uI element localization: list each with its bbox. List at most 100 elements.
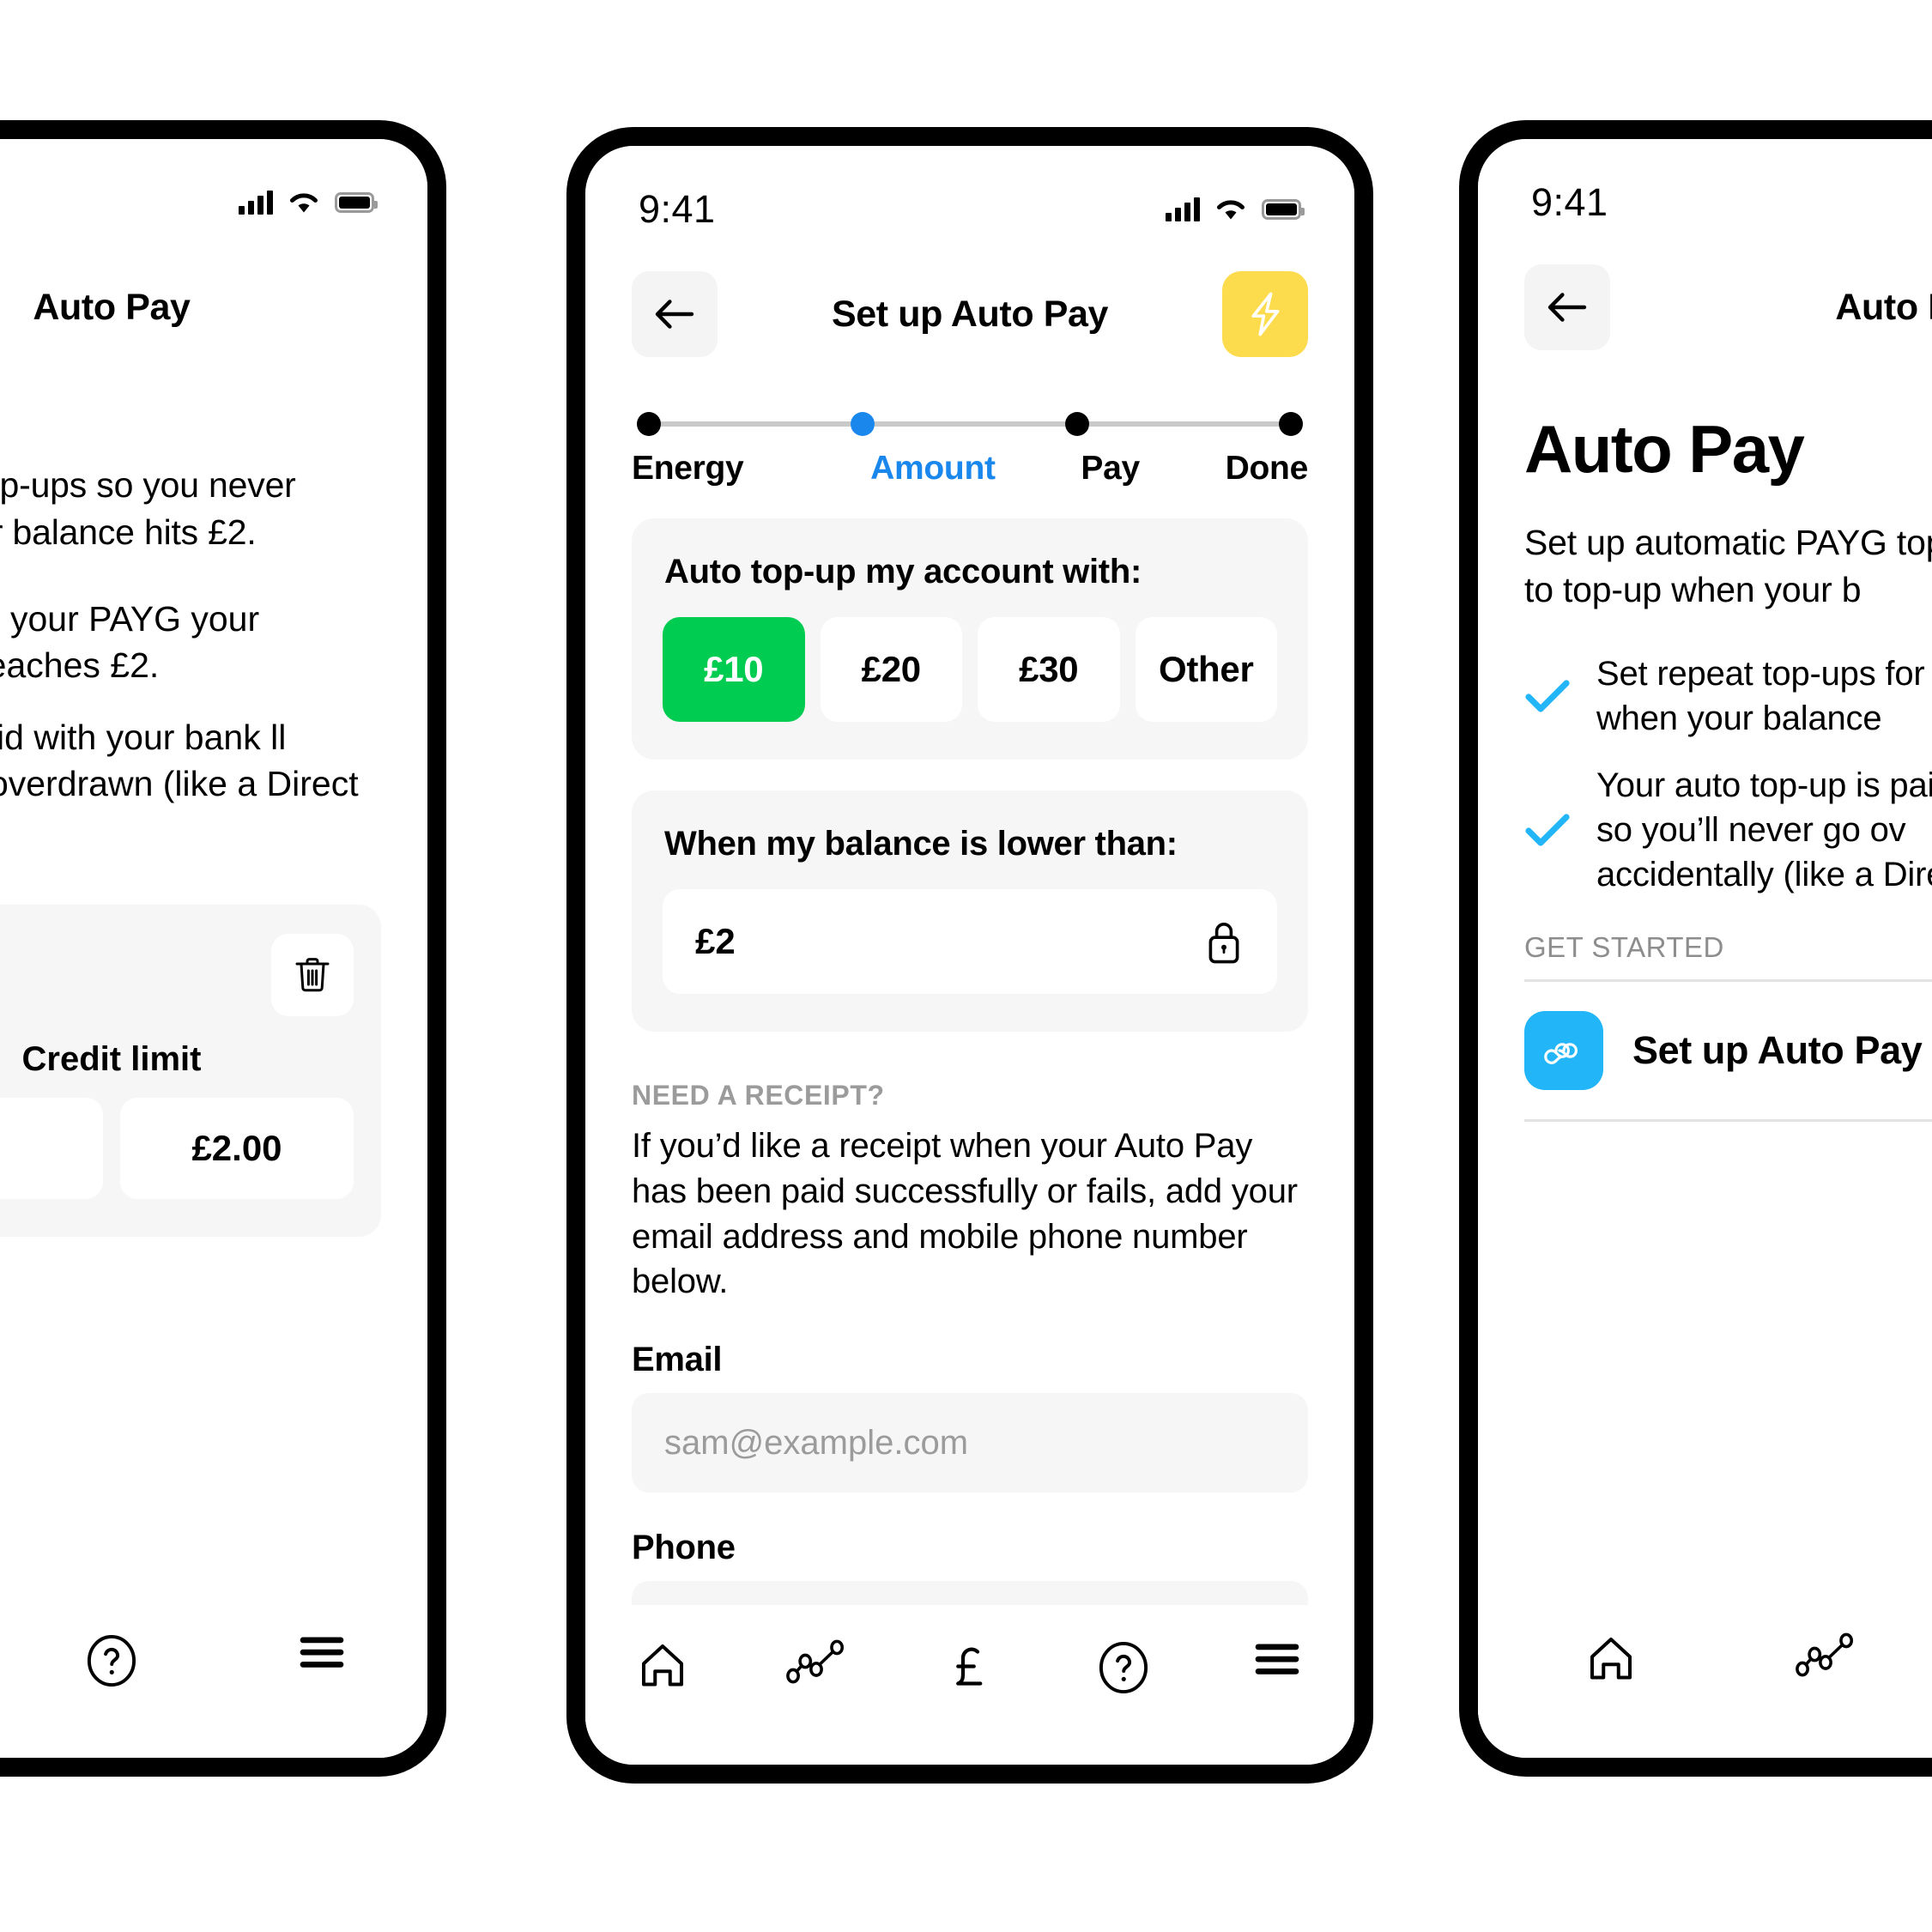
infinity-icon [1544, 1043, 1578, 1064]
email-label: Email [632, 1341, 723, 1379]
hamburger-menu-icon [1256, 1644, 1299, 1675]
left-bullets: op-ups for your PAYG your balance reache… [0, 596, 381, 854]
cellular-signal-icon [1166, 197, 1200, 221]
phone-left: Auto Pay c PAYG top-ups so you never whe… [0, 120, 446, 1777]
progress-stepper: Energy Amount Pay Done [632, 412, 1308, 488]
arrow-left-icon [1547, 293, 1587, 322]
back-button[interactable] [1524, 264, 1610, 350]
amount-option-30[interactable]: £30 [978, 617, 1120, 722]
status-icons [239, 191, 378, 215]
email-input[interactable]: sam@example.com [632, 1393, 1308, 1493]
list-item-setup-auto-pay[interactable]: Set up Auto Pay [1478, 982, 1932, 1119]
benefit-text: Your auto top-up is paid card, so you’ll… [1596, 766, 1932, 893]
phone-label: Phone [632, 1529, 736, 1567]
step-label-pay: Pay [1081, 450, 1140, 487]
receipt-eyebrow: NEED A RECEIPT? [632, 1080, 885, 1111]
credit-limit-label: Credit limit [21, 1040, 202, 1079]
step-connector-1 [875, 421, 1065, 427]
cellular-signal-icon [239, 191, 273, 215]
check-icon [1525, 680, 1570, 712]
credit-limit-value[interactable]: £2.00 [120, 1098, 354, 1200]
page-title: Auto Pay [1524, 411, 1805, 487]
step-label-amount: Amount [870, 450, 996, 487]
amount-option-10[interactable]: £10 [663, 617, 805, 722]
tab-home[interactable] [585, 1639, 739, 1691]
amount-option-other[interactable]: Other [1135, 617, 1277, 722]
amount-option-20[interactable]: £20 [820, 617, 962, 722]
lock-button[interactable] [1203, 918, 1245, 966]
wifi-icon [290, 193, 318, 213]
benefit-item: Set repeat top-ups for yo meter when you… [1524, 651, 1932, 741]
tab-bar-right [1478, 1598, 1932, 1758]
step-dot-pay[interactable] [1064, 412, 1089, 436]
usage-graph-icon [1796, 1632, 1854, 1677]
list-divider-bottom [1524, 1118, 1932, 1122]
get-started-header: GET STARTED [1524, 930, 1724, 963]
step-dot-amount[interactable] [851, 412, 875, 436]
step-dot-done[interactable] [1278, 412, 1303, 436]
topup-amount-options: £10 £20 £30 Other [663, 617, 1277, 722]
threshold-value: £2 [695, 921, 736, 961]
tab-pay[interactable] [0, 1632, 6, 1689]
tab-bar-left [0, 1598, 427, 1758]
home-icon [1590, 1638, 1632, 1680]
threshold-value-field[interactable]: £2 [663, 889, 1277, 994]
left-bullet-1: p-up is paid with your bank ll never go … [0, 718, 359, 804]
nav-title-left: Auto Pay [33, 286, 191, 328]
screen-right: 9:41 Auto Pay Auto Pay Set up automatic … [1478, 139, 1932, 1758]
step-label-energy: Energy [632, 450, 744, 487]
nav-bar-left: Auto Pay [0, 225, 427, 352]
step-label-done: Done [1225, 450, 1309, 487]
wifi-icon [1217, 200, 1245, 220]
credit-limit-card: Credit limit £2.00 [0, 905, 381, 1238]
tab-menu[interactable] [1201, 1639, 1354, 1679]
step-dot-energy[interactable] [637, 412, 661, 436]
nav-title-right: Auto Pay [1835, 286, 1932, 328]
threshold-card-title: When my balance is lower than: [664, 825, 1178, 863]
status-bar-right: 9:41 [1478, 139, 1932, 225]
status-bar-center: 9:41 [585, 146, 1354, 232]
status-time: 9:41 [1531, 180, 1608, 224]
battery-icon [1262, 199, 1305, 220]
tab-bar-center [585, 1605, 1354, 1765]
battery-icon [335, 192, 378, 213]
back-button[interactable] [632, 271, 718, 357]
home-icon [641, 1644, 683, 1687]
trash-icon [295, 958, 330, 992]
left-bullet-0: op-ups for your PAYG your balance reache… [0, 598, 260, 685]
status-time: 9:41 [639, 187, 716, 231]
credit-limit-box-prev[interactable] [0, 1098, 103, 1200]
tab-help[interactable] [1047, 1639, 1201, 1696]
tab-usage[interactable] [739, 1639, 893, 1684]
hamburger-menu-icon [300, 1637, 344, 1668]
receipt-body: If you’d like a receipt when your Auto P… [632, 1127, 1298, 1301]
topup-card-title: Auto top-up my account with: [664, 553, 1142, 591]
status-icons [1166, 197, 1305, 221]
phone-right: 9:41 Auto Pay Auto Pay Set up automatic … [1459, 120, 1932, 1777]
screen-left: Auto Pay c PAYG top-ups so you never whe… [0, 139, 427, 1758]
receipt-section: NEED A RECEIPT? If you’d like a receipt … [632, 1080, 1308, 1681]
right-intro-text: Set up automatic PAYG top-u forget to to… [1524, 523, 1932, 609]
stepper-labels: Energy Amount Pay Done [632, 450, 1308, 488]
nav-bar-right: Auto Pay [1478, 225, 1932, 352]
lightning-bolt-icon [1251, 292, 1280, 336]
tab-pay[interactable] [893, 1639, 1046, 1696]
benefits-list: Set repeat top-ups for yo meter when you… [1524, 651, 1932, 897]
stepper-track [632, 412, 1308, 436]
pound-icon [956, 1647, 983, 1686]
check-icon [1525, 814, 1570, 846]
screen-center: 9:41 Set up Auto Pay Energy Amount Pay D… [585, 146, 1354, 1765]
arrow-left-icon [655, 300, 694, 329]
benefit-item: Your auto top-up is paid card, so you’ll… [1524, 763, 1932, 897]
infinity-icon-tile [1524, 1010, 1603, 1090]
question-circle-icon [1099, 1641, 1148, 1694]
tab-home[interactable] [1504, 1632, 1718, 1684]
tab-help[interactable] [6, 1632, 216, 1689]
phone-center: 9:41 Set up Auto Pay Energy Amount Pay D… [566, 127, 1373, 1784]
tab-usage[interactable] [1718, 1632, 1932, 1677]
benefit-text: Set repeat top-ups for yo meter when you… [1596, 654, 1932, 737]
status-bar-left [0, 139, 427, 225]
delete-button[interactable] [271, 934, 354, 1017]
tab-menu[interactable] [217, 1632, 427, 1672]
boost-button[interactable] [1222, 271, 1308, 357]
